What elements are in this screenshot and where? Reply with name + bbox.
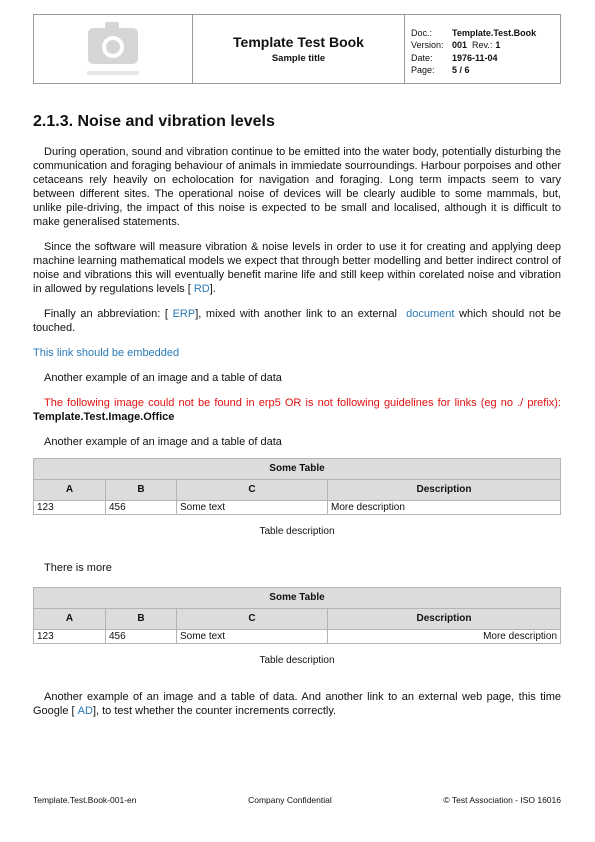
document-link[interactable]: document (406, 308, 454, 320)
paragraph: During operation, sound and vibration co… (33, 146, 561, 228)
embedded-link[interactable]: This link should be embedded (33, 347, 179, 359)
footer-copyright: © Test Association - ISO 16016 (443, 795, 561, 805)
document-subtitle: Sample title (271, 53, 326, 64)
data-table: Some Table A B C Description 123 456 Som… (33, 458, 561, 515)
paragraph: Since the software will measure vibratio… (33, 241, 561, 295)
meta-rev-key: Rev.: (472, 40, 493, 51)
page-footer: Template.Test.Book-001-en Company Confid… (33, 795, 561, 805)
table-header-cell: B (105, 479, 177, 501)
error-text: The following image could not be found i… (44, 397, 561, 409)
table-caption: Table description (259, 655, 335, 666)
data-table: Some Table A B C Description 123 456 Som… (33, 587, 561, 644)
table-header-cell: A (33, 608, 106, 630)
table-cell: Some text (176, 500, 328, 515)
table-cell: 123 (33, 500, 106, 515)
meta-date-row: Date: 1976-11-04 (411, 52, 560, 64)
error-paragraph: The following image could not be found i… (33, 396, 561, 424)
meta-rev-value: 1 (495, 40, 501, 51)
meta-key: Page: (411, 64, 435, 75)
table-header-cell: C (176, 479, 328, 501)
table-title: Some Table (33, 458, 561, 480)
table-cell: 456 (105, 500, 177, 515)
table-cell: More description (327, 629, 561, 644)
camera-placeholder-icon (87, 22, 139, 75)
table-cell: 123 (33, 629, 106, 644)
paragraph: There is more (44, 562, 112, 574)
table-header-cell: Description (327, 608, 561, 630)
meta-value: 5 / 6 (452, 64, 470, 75)
table-title: Some Table (33, 587, 561, 609)
page-header: Template Test Book Sample title Doc.: Te… (33, 14, 561, 84)
erp-link[interactable]: ERP (173, 308, 196, 320)
footer-doc-id: Template.Test.Book-001-en (33, 795, 137, 805)
table-header-cell: B (105, 608, 177, 630)
footer-confidential: Company Confidential (248, 795, 332, 805)
meta-version-row: Version: 001 Rev.: 1 (411, 39, 560, 51)
meta-page-row: Page: 5 / 6 (411, 64, 560, 76)
table-row: 123 456 Some text More description (33, 629, 561, 644)
paragraph: Another example of an image and a table … (44, 436, 282, 448)
table-cell: Some text (176, 629, 328, 644)
table-header-row: A B C Description (33, 479, 561, 501)
paragraph: Finally an abbreviation: [ ERP], mixed w… (33, 308, 562, 334)
meta-value: Template.Test.Book (452, 28, 537, 38)
header-meta-cell: Doc.: Template.Test.Book Version: 001 Re… (405, 15, 560, 83)
meta-key: Date: (411, 52, 433, 63)
logo-cell (34, 15, 193, 83)
meta-key: Doc.: (411, 28, 433, 38)
document-body: During operation, sound and vibration co… (33, 145, 561, 729)
table-cell: 456 (105, 629, 177, 644)
table-row: 123 456 Some text More description (33, 500, 561, 515)
paragraph: This link should be embedded (33, 346, 561, 360)
table-header-cell: C (176, 608, 328, 630)
ad-link[interactable]: AD (78, 705, 93, 717)
table-header-row: A B C Description (33, 608, 561, 630)
meta-value: 001 (452, 40, 468, 51)
paragraph: Another example of an image and a table … (44, 372, 282, 384)
table-header-cell: Description (327, 479, 561, 501)
table-header-cell: A (33, 479, 106, 501)
error-ref: Template.Test.Image.Office (33, 411, 175, 423)
table-caption: Table description (259, 526, 335, 537)
document-title: Template Test Book (233, 34, 364, 50)
header-title-cell: Template Test Book Sample title (193, 15, 405, 83)
meta-doc-row: Doc.: Template.Test.Book (411, 27, 560, 39)
rd-link[interactable]: RD (194, 283, 210, 295)
paragraph: Another example of an image and a table … (33, 691, 561, 717)
table-cell: More description (327, 500, 561, 515)
meta-value: 1976-11-04 (452, 52, 498, 63)
meta-key: Version: (411, 40, 444, 51)
section-heading: 2.1.3. Noise and vibration levels (33, 113, 275, 130)
